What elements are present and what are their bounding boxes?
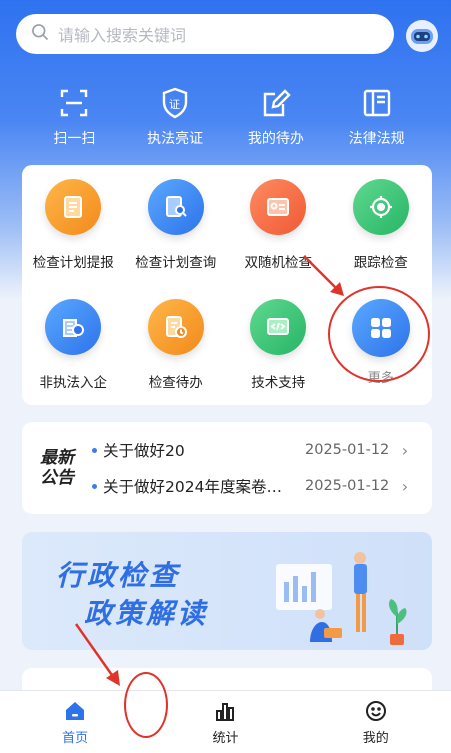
quick-certificate[interactable]: 证 执法亮证 [130,86,220,148]
scan-icon [61,89,88,117]
bar-chart-icon [216,702,235,721]
target-icon [352,179,409,235]
announcement-item[interactable]: 关于做好2024年度案卷… 2025-01-12 › [92,468,432,504]
quick-law-label: 法律法规 [348,131,405,147]
quick-actions: 扫一扫 证 执法亮证 我的待办 法律法规 [0,86,451,148]
announcement-card: 最新 公告 关于做好20 2025-01-12 › 关于做好2024年度案卷… … [22,422,432,514]
bottom-tab-bar: 首页 统计 我的 [0,690,451,753]
grid-label: 检查计划查询 [135,255,217,271]
tab-label: 首页 [62,730,89,746]
law-book-icon [363,89,390,117]
bullet-icon [92,483,97,489]
annotation-arrow-tab [74,623,120,686]
tab-home[interactable]: 首页 [35,699,115,746]
quick-scan-label: 扫一扫 [53,131,96,147]
annotation-circle-tab [124,672,168,738]
quick-todo-label: 我的待办 [247,131,304,147]
grid-item-tech-support[interactable]: 技术支持 [227,299,330,409]
banner-title-line1: 行政检查 [56,559,181,592]
search-icon [30,22,50,46]
grid-item-plan-query[interactable]: 检查计划查询 [125,179,228,299]
id-card-icon [250,179,307,235]
smile-icon [365,700,386,721]
home-icon [66,701,85,720]
search-bar[interactable]: 请输入搜索关键词 [16,14,394,54]
search-document-icon [147,179,204,235]
quick-todo[interactable]: 我的待办 [231,86,321,148]
chevron-right-icon: › [401,440,409,460]
quick-certificate-label: 执法亮证 [147,131,204,147]
chevron-right-icon: › [401,476,409,496]
robot-assistant-icon[interactable] [404,18,440,54]
grid-label: 检查待办 [148,375,203,391]
bullet-icon [92,447,97,453]
grid-label: 跟踪检查 [353,255,408,271]
enterprise-icon [45,299,102,355]
todo-edit-icon [263,89,291,117]
code-icon [250,299,307,355]
search-input[interactable]: 请输入搜索关键词 [58,22,186,46]
grid-label: 检查计划提报 [32,255,114,271]
grid-item-pending[interactable]: 检查待办 [125,299,228,409]
quick-law[interactable]: 法律法规 [332,86,422,148]
grid-item-plan-report[interactable]: 检查计划提报 [22,179,125,299]
quick-scan[interactable]: 扫一扫 [29,86,119,148]
tab-label: 统计 [212,730,239,746]
grid-label: 技术支持 [251,375,306,391]
report-icon [45,179,102,235]
svg-text:证: 证 [169,98,180,111]
announcement-item[interactable]: 关于做好20 2025-01-12 › [92,432,432,468]
grid-label: 非执法入企 [39,375,108,391]
tab-statistics[interactable]: 统计 [185,699,265,746]
banner-illustration [276,552,407,645]
certificate-shield-icon: 证 [162,87,188,119]
tab-label: 我的 [362,730,389,746]
grid-item-non-enforcement[interactable]: 非执法入企 [22,299,125,409]
announcement-logo: 最新 公告 [40,448,74,488]
tab-mine[interactable]: 我的 [336,699,416,746]
pending-icon [147,299,204,355]
annotation-arrow-more [303,255,344,296]
